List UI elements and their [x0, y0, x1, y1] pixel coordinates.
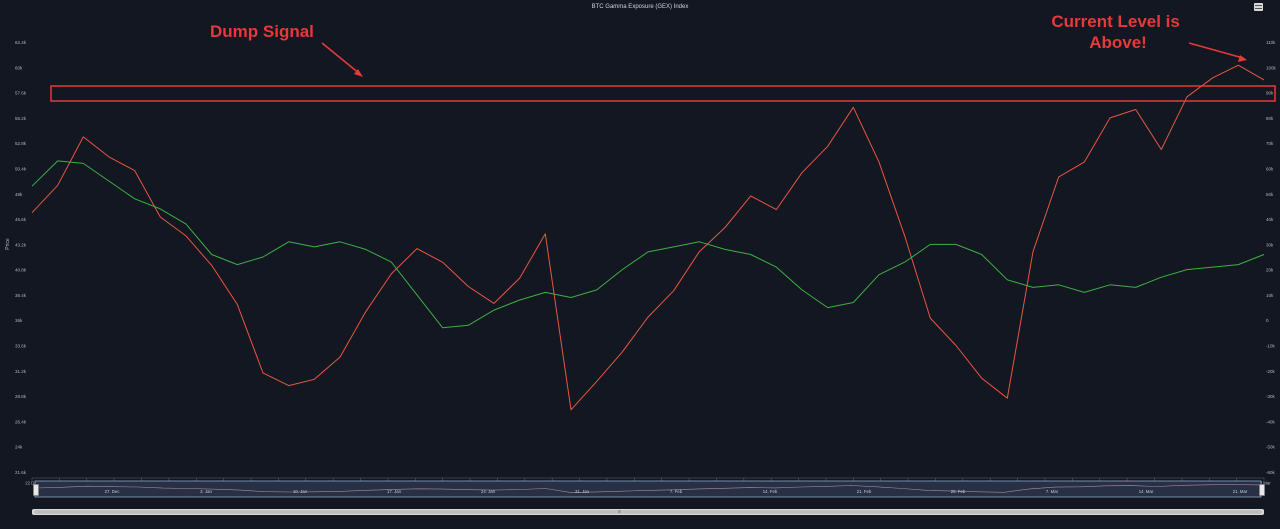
right-tick-label: -30k: [1266, 394, 1276, 399]
right-tick-label: 80k: [1266, 116, 1274, 121]
left-tick-label: 33.6k: [15, 344, 27, 349]
dump-signal-box: [50, 85, 1276, 102]
right-tick-label: 90k: [1266, 91, 1274, 96]
right-tick-label: -20k: [1266, 369, 1276, 374]
current-level-arrow: [1188, 42, 1247, 62]
left-tick-label: 55.2k: [15, 116, 27, 121]
right-tick-label: -50k: [1266, 445, 1276, 450]
left-tick-label: 36k: [15, 318, 23, 323]
right-tick-label: 10k: [1266, 293, 1274, 298]
left-tick-label: 52.8k: [15, 141, 27, 146]
navigator-date-label: 10. Jan: [293, 489, 308, 494]
left-tick-label: 60k: [15, 65, 23, 70]
navigator-date-label: 14. Mar: [1139, 489, 1154, 494]
right-tick-label: 40k: [1266, 217, 1274, 222]
right-tick-label: 50k: [1266, 192, 1274, 197]
left-tick-label: 24k: [15, 445, 23, 450]
left-tick-label: 57.6k: [15, 91, 27, 96]
navigator-date-label: 7. Feb: [670, 489, 683, 494]
navigator-panel[interactable]: [34, 480, 1262, 498]
right-tick-label: -40k: [1266, 419, 1276, 424]
right-axis-ticks: 110k 100k 90k 80k 70k 60k 50k 40k 30k 20k 10k 0 -10k…: [1266, 40, 1277, 475]
scrollbar-thumb[interactable]: [34, 510, 1262, 514]
chart-menu-button[interactable]: [1254, 3, 1263, 11]
left-axis-ticks: 62.4k 60k 57.6k 55.2k 52.8k 50.4k 48k 45.6k 43.2…: [15, 40, 27, 475]
left-tick-label: 31.2k: [15, 369, 27, 374]
chart-canvas: BTC Gamma Exposure (GEX) Index 62.4k 60k 5…: [5, 4, 1277, 498]
gex-series-line: [31, 160, 1265, 329]
right-tick-label: 100k: [1266, 65, 1277, 70]
left-tick-label: 40.8k: [15, 268, 27, 273]
right-tick-label: 60k: [1266, 166, 1274, 171]
gex-chart: BTC Gamma Exposure (GEX) Index 62.4k 60k 5…: [0, 0, 1280, 524]
right-tick-label: 110k: [1266, 40, 1276, 45]
left-tick-label: 48k: [15, 192, 23, 197]
navigator-scrollbar[interactable]: [32, 509, 1264, 515]
left-tick-label: 45.6k: [15, 217, 27, 222]
current-level-label: Current Level is Above!: [1051, 12, 1184, 52]
left-tick-label: 50.4k: [15, 166, 27, 171]
price-series-line: [31, 64, 1265, 411]
right-tick-label: 20k: [1266, 268, 1274, 273]
dump-signal-arrow: [321, 42, 363, 77]
left-axis-label: Price: [5, 238, 11, 250]
scrollbar-grip-icon: ≡: [618, 509, 621, 515]
navigator-date-label: 21. Feb: [857, 489, 872, 494]
right-tick-label: -60k: [1266, 470, 1276, 475]
navigator-date-label: 24. Jan: [481, 489, 496, 494]
navigator-date-label: 28. Feb: [951, 489, 966, 494]
right-tick-label: 0: [1266, 318, 1269, 323]
left-tick-label: 28.8k: [15, 394, 27, 399]
navigator-left-handle[interactable]: [33, 484, 39, 496]
navigator-date-label: 17. Jan: [387, 489, 402, 494]
chart-title: BTC Gamma Exposure (GEX) Index: [592, 4, 689, 10]
left-tick-label: 43.2k: [15, 242, 27, 247]
navigator-date-label: 21. Mar: [1233, 489, 1248, 494]
right-tick-label: 30k: [1266, 242, 1274, 247]
navigator-right-handle[interactable]: [1259, 484, 1265, 496]
right-tick-label: -10k: [1266, 344, 1276, 349]
left-tick-label: 26.4k: [15, 419, 27, 424]
navigator-date-label: 27. Dec: [105, 489, 121, 494]
navigator-date-label: 31. Jan: [575, 489, 590, 494]
navigator-date-label: 3. Jan: [200, 489, 212, 494]
right-tick-label: 70k: [1266, 141, 1274, 146]
navigator-date-label: 7. Mar: [1046, 489, 1059, 494]
left-tick-label: 21.6k: [15, 470, 27, 475]
left-tick-label: 38.4k: [15, 293, 27, 298]
left-tick-label: 62.4k: [15, 40, 27, 45]
navigator-date-label: 14. Feb: [763, 489, 778, 494]
series-layer: [31, 64, 1265, 411]
dump-signal-label: Dump Signal: [210, 22, 314, 41]
